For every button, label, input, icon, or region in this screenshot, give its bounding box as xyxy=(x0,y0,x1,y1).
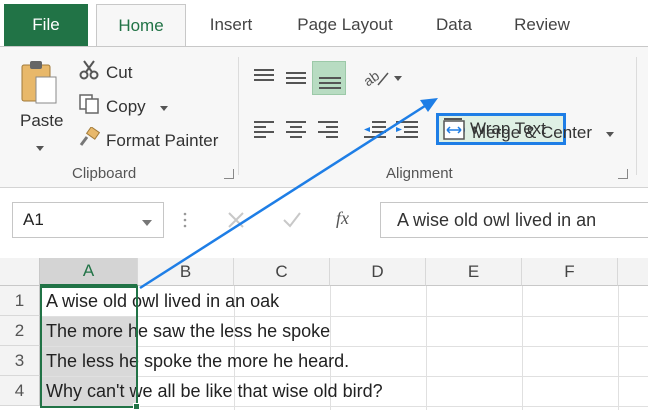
align-right-icon[interactable] xyxy=(316,119,340,146)
formula-input[interactable]: A wise old owl lived in an xyxy=(380,202,648,238)
row-header-1[interactable]: 1 xyxy=(0,286,40,316)
ribbon-tab-bar: File Home Insert Page Layout Data Review xyxy=(0,0,648,47)
row-header-2[interactable]: 2 xyxy=(0,316,40,346)
column-header-g[interactable] xyxy=(618,258,648,286)
insert-function-button[interactable]: fx xyxy=(336,208,349,229)
alignment-dialog-launcher-icon[interactable] xyxy=(618,169,628,179)
row-header-4[interactable]: 4 xyxy=(0,376,40,406)
cell-a2-text[interactable]: The more he saw the less he spoke xyxy=(46,316,330,346)
name-box-dropdown-icon[interactable] xyxy=(142,214,152,232)
scissors-icon xyxy=(78,59,100,86)
merge-center-dropdown-icon[interactable] xyxy=(606,123,614,143)
column-header-b[interactable]: B xyxy=(138,258,234,286)
column-header-a[interactable]: A xyxy=(40,258,138,286)
top-align-icon[interactable] xyxy=(252,67,276,92)
clipboard-group-label: Clipboard xyxy=(72,165,137,182)
row-header-3[interactable]: 3 xyxy=(0,346,40,376)
ribbon: Paste Cut Copy Format Painter Clipboard … xyxy=(0,46,648,188)
name-box-value: A1 xyxy=(23,210,44,229)
copy-button[interactable]: Copy xyxy=(78,93,168,120)
cell-a4-text[interactable]: Why can't we all be like that wise old b… xyxy=(46,376,383,406)
cell-a3-text[interactable]: The less he spoke the more he heard. xyxy=(46,346,349,376)
alignment-group-label: Alignment xyxy=(386,165,453,182)
bottom-align-icon[interactable] xyxy=(312,61,346,95)
column-header-f[interactable]: F xyxy=(522,258,618,286)
paste-dropdown-icon[interactable] xyxy=(36,139,44,157)
cell-a1-text[interactable]: A wise old owl lived in an oak xyxy=(46,286,279,316)
tab-home[interactable]: Home xyxy=(96,4,186,47)
paste-button[interactable]: Paste xyxy=(20,111,63,131)
merge-center-icon xyxy=(442,119,466,146)
grid-line xyxy=(426,286,427,410)
clipboard-dialog-launcher-icon[interactable] xyxy=(224,169,234,179)
column-header-e[interactable]: E xyxy=(426,258,522,286)
copy-icon xyxy=(78,93,100,120)
column-header-d[interactable]: D xyxy=(330,258,426,286)
paste-icon[interactable] xyxy=(18,59,60,112)
merge-center-button[interactable]: Merge & Center xyxy=(442,119,614,146)
tab-insert[interactable]: Insert xyxy=(200,4,262,46)
tab-page-layout[interactable]: Page Layout xyxy=(286,4,404,46)
copy-dropdown-icon[interactable] xyxy=(159,97,168,117)
svg-text:ab: ab xyxy=(362,67,382,89)
cut-label: Cut xyxy=(106,62,133,82)
middle-align-icon[interactable] xyxy=(284,67,308,92)
merge-center-label: Merge & Center xyxy=(472,122,592,142)
orientation-icon[interactable]: ab xyxy=(360,65,402,94)
grid-line xyxy=(522,286,523,410)
tab-data[interactable]: Data xyxy=(428,4,480,46)
grid-line xyxy=(40,406,648,407)
fill-handle[interactable] xyxy=(133,403,140,410)
cut-button[interactable]: Cut xyxy=(78,59,132,86)
enter-icon[interactable] xyxy=(280,208,304,237)
align-center-icon[interactable] xyxy=(284,119,308,146)
group-divider xyxy=(636,57,637,175)
select-all-corner[interactable] xyxy=(0,258,40,286)
increase-indent-icon[interactable] xyxy=(394,119,420,146)
align-left-icon[interactable] xyxy=(252,119,276,146)
cancel-icon[interactable] xyxy=(224,208,248,237)
grid-line xyxy=(618,286,619,410)
group-divider xyxy=(238,57,239,175)
format-painter-label: Format Painter xyxy=(106,130,219,150)
worksheet-grid: A B C D E F 1 2 3 4 A wise old owl lived… xyxy=(0,258,648,410)
paintbrush-icon xyxy=(78,126,101,154)
format-painter-button[interactable]: Format Painter xyxy=(78,126,219,154)
column-header-c[interactable]: C xyxy=(234,258,330,286)
formula-bar-grip-icon[interactable] xyxy=(182,210,188,235)
tab-file[interactable]: File xyxy=(4,4,88,46)
copy-label: Copy xyxy=(106,96,146,116)
tab-review[interactable]: Review xyxy=(506,4,578,46)
formula-content: A wise old owl lived in an xyxy=(397,209,597,230)
decrease-indent-icon[interactable] xyxy=(362,119,388,146)
